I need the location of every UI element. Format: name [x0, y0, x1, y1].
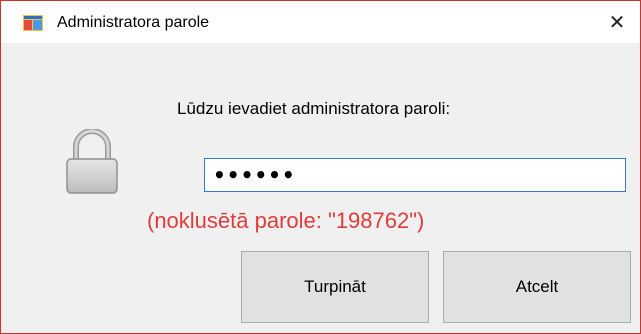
close-button[interactable]: ✕ — [594, 1, 640, 43]
password-field[interactable]: •••••• — [204, 158, 626, 192]
password-prompt: Lūdzu ievadiet administratora paroli: — [177, 99, 451, 118]
title-bar: Administratora parole ✕ — [1, 1, 640, 43]
dialog-window: Administratora parole ✕ Lūdzu ievadiet a… — [0, 0, 641, 334]
cancel-button[interactable]: Atcelt — [443, 251, 631, 323]
lock-icon — [66, 129, 118, 194]
default-password-hint: (noklusētā parole: "198762") — [147, 208, 425, 233]
app-window-icon — [23, 15, 43, 31]
window-title: Administratora parole — [57, 14, 210, 31]
close-icon: ✕ — [608, 11, 626, 34]
continue-button[interactable]: Turpināt — [241, 251, 429, 323]
